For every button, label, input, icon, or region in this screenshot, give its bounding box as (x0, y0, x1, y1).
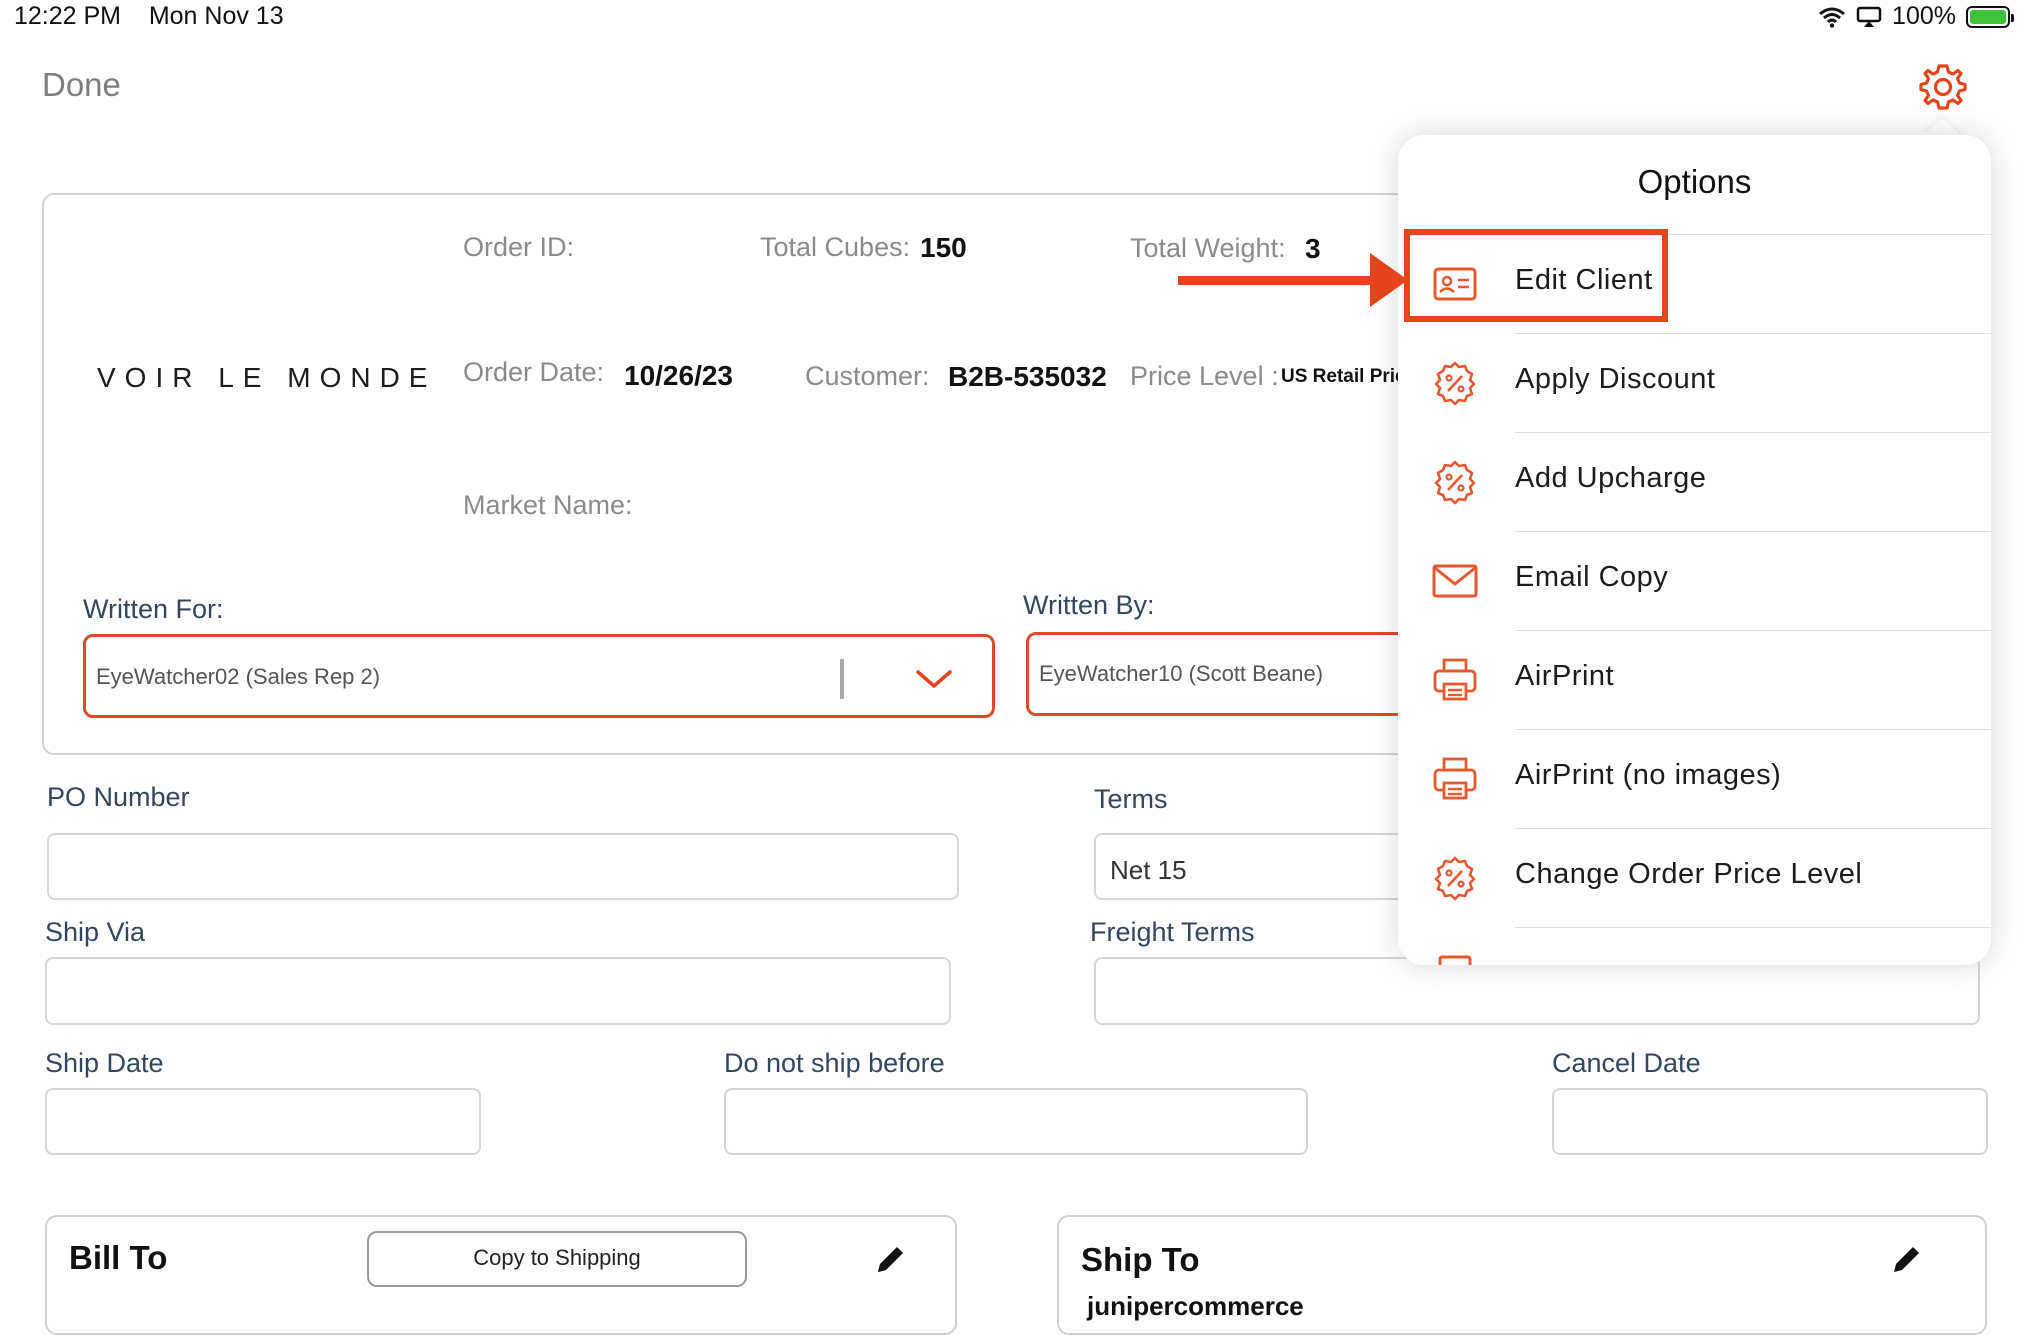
printer-icon (1433, 757, 1477, 800)
chevron-down-icon (916, 670, 952, 688)
annotation-arrow-icon (1370, 253, 1408, 307)
brand-logo: VOIR LE MONDE (97, 362, 437, 393)
customer-value: B2B-535032 (948, 361, 1107, 392)
do-not-ship-before-label: Do not ship before (724, 1048, 945, 1078)
po-number-label: PO Number (47, 782, 190, 812)
order-date-value: 10/26/23 (624, 360, 733, 391)
menu-item-airprint[interactable]: AirPrint (1398, 631, 1991, 730)
status-date: Mon Nov 13 (148, 2, 284, 30)
menu-item-email-copy[interactable]: Email Copy (1398, 532, 1991, 631)
ship-date-label: Ship Date (45, 1048, 164, 1078)
do-not-ship-before-input[interactable] (724, 1088, 1308, 1155)
written-for-value: EyeWatcher02 (Sales Rep 2) (96, 664, 381, 689)
terms-label: Terms (1094, 784, 1168, 814)
menu-item-add-upcharge[interactable]: Add Upcharge (1398, 433, 1991, 532)
written-by-label: Written By: (1023, 590, 1155, 620)
menu-item-change-order-price-level[interactable]: Change Order Price Level (1398, 829, 1991, 928)
battery-charging-icon (1966, 5, 2014, 28)
order-id-label: Order ID: (463, 232, 575, 262)
written-by-value: EyeWatcher10 (Scott Beane) (1039, 661, 1324, 686)
menu-item-airprint-no-images[interactable]: AirPrint (no images) (1398, 730, 1991, 829)
total-weight-value: 3 (1305, 233, 1321, 264)
cancel-date-label: Cancel Date (1552, 1048, 1701, 1078)
battery-percent: 100% (1892, 2, 1956, 30)
total-cubes-value: 150 (920, 232, 967, 263)
ship-via-label: Ship Via (45, 917, 146, 947)
menu-item-apply-discount[interactable]: Apply Discount (1398, 334, 1991, 433)
bill-to-title: Bill To (69, 1239, 168, 1276)
menu-item-partial[interactable] (1398, 928, 1991, 965)
ship-to-company: junipercommerce (1087, 1291, 1304, 1321)
price-level-badge-icon (1434, 856, 1476, 901)
menu-item-label: AirPrint (1515, 660, 1615, 692)
ship-to-card: Ship To junipercommerce (1057, 1215, 1987, 1335)
upcharge-badge-icon (1434, 460, 1476, 505)
customer-label: Customer: (805, 361, 930, 391)
written-for-label: Written For: (83, 594, 224, 624)
total-weight-label: Total Weight: (1130, 233, 1286, 263)
envelope-icon (1432, 564, 1478, 598)
freight-terms-label: Freight Terms (1090, 917, 1255, 947)
printer-icon (1433, 658, 1477, 701)
written-for-select[interactable]: EyeWatcher02 (Sales Rep 2) (83, 634, 995, 718)
options-title: Options (1637, 163, 1752, 200)
ship-via-input[interactable] (45, 957, 951, 1025)
wifi-icon (1819, 7, 1846, 28)
menu-item-label: Apply Discount (1515, 363, 1716, 395)
edit-pencil-icon[interactable] (873, 1243, 907, 1277)
menu-item-label: Change Order Price Level (1515, 858, 1863, 890)
battery-level-fill (1970, 9, 2006, 24)
done-button[interactable]: Done (42, 66, 121, 104)
terms-value: Net 15 (1110, 855, 1187, 885)
menu-item-label: Add Upcharge (1515, 462, 1707, 494)
status-bar-datetime: 12:22 PM Mon Nov 13 (14, 2, 284, 31)
annotation-arrow-shaft (1178, 276, 1378, 285)
freight-terms-input[interactable] (1094, 957, 1980, 1025)
bill-to-card: Bill To Copy to Shipping (45, 1215, 957, 1335)
cancel-date-input[interactable] (1552, 1088, 1988, 1155)
status-bar-indicators: 100% (1818, 2, 2014, 31)
order-date-label: Order Date: (463, 357, 605, 387)
document-icon (1438, 955, 1472, 965)
ship-to-title: Ship To (1081, 1241, 1200, 1278)
annotation-highlight-box (1404, 229, 1668, 322)
copy-to-shipping-button[interactable]: Copy to Shipping (367, 1231, 747, 1287)
price-level-label: Price Level : (1130, 361, 1279, 391)
po-number-input[interactable] (47, 833, 959, 900)
menu-item-label: Email Copy (1515, 561, 1669, 593)
gear-icon[interactable] (1918, 62, 1968, 112)
discount-badge-icon (1434, 361, 1476, 406)
edit-pencil-icon[interactable] (1889, 1243, 1923, 1277)
status-time: 12:22 PM (14, 2, 122, 30)
ship-date-input[interactable] (45, 1088, 481, 1155)
airplay-icon (1856, 6, 1882, 27)
price-level-value: US Retail Pric (1281, 366, 1406, 387)
market-name-label: Market Name: (463, 490, 633, 520)
select-divider (840, 659, 844, 699)
menu-item-label: AirPrint (no images) (1515, 759, 1782, 791)
total-cubes-label: Total Cubes: (760, 232, 911, 262)
